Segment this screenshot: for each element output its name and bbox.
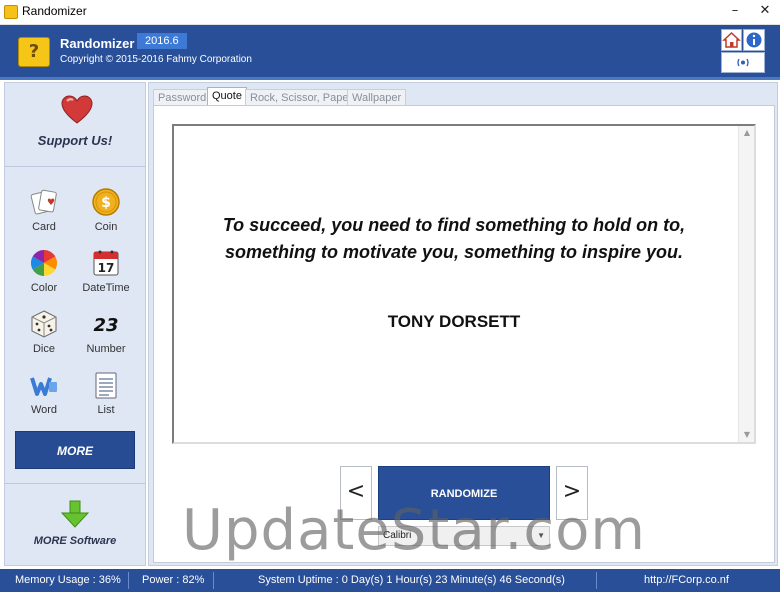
support-us-label: Support Us! xyxy=(37,133,113,148)
memory-usage: Memory Usage : 36% xyxy=(15,574,121,586)
quote-scrollbar[interactable]: ▲ ▼ xyxy=(738,126,754,442)
datetime-tool[interactable]: 17 DateTime xyxy=(75,248,137,306)
broadcast-icon xyxy=(737,58,749,67)
dice-tool[interactable]: Dice xyxy=(13,309,75,367)
svg-text:♥: ♥ xyxy=(47,198,55,208)
list-icon xyxy=(95,372,117,399)
datetime-tool-label: DateTime xyxy=(82,282,130,294)
calendar-day: 17 xyxy=(98,261,115,275)
coin-tool-label: Coin xyxy=(94,221,118,233)
number-glyph: 23 xyxy=(93,315,118,336)
system-uptime: System Uptime : 0 Day(s) 1 Hour(s) 23 Mi… xyxy=(258,574,565,586)
scroll-up-icon[interactable]: ▲ xyxy=(739,126,755,140)
download-arrow-icon xyxy=(60,500,90,528)
word-icon xyxy=(30,377,57,396)
sidebar: Support Us! ♥ Card $ Coin Color 17 DateT… xyxy=(4,82,146,566)
app-name: Randomizer xyxy=(60,36,135,51)
card-icon: ♥ xyxy=(30,189,57,215)
copyright-text: Copyright © 2015-2016 Fahmy Corporation xyxy=(60,54,252,65)
status-divider xyxy=(596,572,597,589)
more-software-button[interactable]: MORE Software xyxy=(5,499,145,547)
number-icon: 23 xyxy=(93,315,118,336)
svg-text:$: $ xyxy=(101,195,111,211)
list-tool-label: List xyxy=(97,404,115,416)
card-tool-label: Card xyxy=(32,221,56,233)
word-tool[interactable]: Word xyxy=(13,370,75,428)
card-tool[interactable]: ♥ Card xyxy=(13,187,75,245)
list-tool[interactable]: List xyxy=(75,370,137,428)
coin-tool[interactable]: $ Coin xyxy=(75,187,137,245)
broadcast-button[interactable] xyxy=(721,52,765,73)
home-icon xyxy=(722,31,741,48)
support-us-button[interactable]: Support Us! xyxy=(5,83,145,167)
status-bar: Memory Usage : 36% Power : 82% System Up… xyxy=(0,569,780,592)
color-tool[interactable]: Color xyxy=(13,248,75,306)
quote-author: TONY DORSETT xyxy=(387,312,521,331)
calendar-icon: 17 xyxy=(93,250,119,276)
heart-icon xyxy=(61,95,93,124)
word-tool-label: Word xyxy=(30,404,58,416)
power-status: Power : 82% xyxy=(142,574,205,586)
number-tool[interactable]: 23 Number xyxy=(75,309,137,367)
version-badge: 2016.6 xyxy=(137,33,187,49)
website-link[interactable]: http://FCorp.co.nf xyxy=(644,569,729,592)
info-button[interactable] xyxy=(743,29,765,51)
status-divider xyxy=(213,572,214,589)
app-logo: ? xyxy=(18,37,50,67)
quote-text: To succeed, you need to find something t… xyxy=(222,215,686,262)
app-header: ? Randomizer 2016.6 Copyright © 2015-201… xyxy=(0,25,780,80)
sidebar-divider xyxy=(5,483,145,484)
watermark-text: UpdateStar.com xyxy=(182,498,646,563)
number-tool-label: Number xyxy=(86,343,126,355)
scroll-down-icon[interactable]: ▼ xyxy=(739,428,755,442)
status-divider xyxy=(128,572,129,589)
window-titlebar: Randomizer – ✕ xyxy=(0,0,780,25)
coin-icon: $ xyxy=(92,188,120,216)
quote-panel: To succeed, you need to find something t… xyxy=(153,105,775,563)
window-title: Randomizer xyxy=(22,4,87,18)
close-button[interactable]: ✕ xyxy=(750,0,780,24)
app-icon xyxy=(4,5,18,19)
quote-display: To succeed, you need to find something t… xyxy=(172,124,756,444)
minimize-button[interactable]: – xyxy=(720,0,750,24)
more-button[interactable]: MORE xyxy=(15,431,135,469)
dice-icon xyxy=(31,310,57,338)
info-icon xyxy=(746,32,762,48)
dice-tool-label: Dice xyxy=(32,343,55,355)
color-wheel-icon xyxy=(30,249,58,277)
home-button[interactable] xyxy=(721,29,742,51)
main-content: Password Quote Rock, Scissor, Paper Wall… xyxy=(148,82,778,566)
more-software-label: MORE Software xyxy=(33,535,117,547)
color-tool-label: Color xyxy=(30,282,58,294)
